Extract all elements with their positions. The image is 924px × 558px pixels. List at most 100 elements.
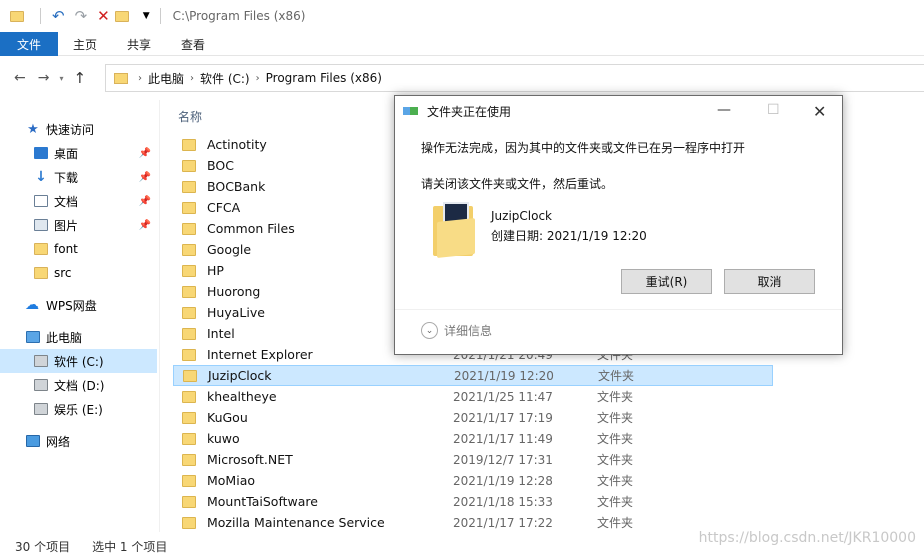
breadcrumb-drive-c[interactable]: 软件 (C:) [200,70,250,87]
sidebar-item-label: 文档 (D:) [54,378,105,393]
file-name: Mozilla Maintenance Service [207,515,385,530]
redo-icon[interactable]: ↷ [75,8,88,24]
title-bar: ↶ ↷ ✕ ▼ C:\Program Files (x86) [0,0,924,32]
tab-file[interactable]: 文件 [0,32,59,56]
sidebar-item-documents[interactable]: 文档 📌 [0,189,157,213]
back-arrow-icon[interactable]: ← [14,70,26,86]
folder-icon [183,369,197,382]
folder-icon [182,138,196,151]
details-toggle[interactable]: ⌄ 详细信息 [421,322,492,339]
divider [395,309,842,310]
delete-icon[interactable]: ✕ [97,8,110,24]
folder-icon [182,201,196,214]
undo-icon[interactable]: ↶ [52,8,65,24]
dialog-instruction: 请关闭该文件夹或文件，然后重试。 [421,177,614,191]
chevron-right-icon[interactable]: › [138,73,142,84]
selection-count: 选中 1 个项目 [92,539,168,554]
file-date: 2021/1/17 17:19 [453,410,553,425]
sidebar-item-label: 文档 [54,194,79,209]
sidebar-item-pictures[interactable]: 图片 📌 [0,213,157,237]
cancel-button[interactable]: 取消 [724,269,815,294]
document-icon [34,195,48,207]
folder-icon [433,202,475,258]
navigation-bar: ← → ▾ ↑ › 此电脑 › 软件 (C:) › Program Files … [0,60,924,96]
sidebar-item-drive-d[interactable]: 文档 (D:) [0,373,157,397]
sidebar-item-label: 下载 [54,170,79,185]
sidebar-item-src[interactable]: src [0,261,157,285]
folder-icon [182,327,196,340]
file-name: khealtheye [207,389,277,404]
sidebar-item-desktop[interactable]: 桌面 📌 [0,141,157,165]
dialog-title-bar: 文件夹正在使用 — ☐ ✕ [395,96,842,126]
tab-view[interactable]: 查看 [166,32,220,56]
recent-locations-dropdown-icon[interactable]: ▾ [59,74,63,83]
computer-icon [26,331,40,343]
file-name: KuGou [207,410,248,425]
new-folder-icon[interactable] [114,10,129,22]
sidebar-item-label: 软件 (C:) [54,354,104,369]
file-type: 文件夹 [597,432,634,446]
file-row[interactable]: Mozilla Maintenance Service 2021/1/17 17:… [173,512,773,533]
sidebar-item-downloads[interactable]: ↓ 下载 📌 [0,165,157,189]
sidebar-item-drive-c[interactable]: 软件 (C:) [0,349,157,373]
minimize-icon[interactable]: — [717,102,731,118]
file-type: 文件夹 [597,453,634,467]
download-icon: ↓ [35,169,47,185]
chevron-right-icon[interactable]: › [256,73,260,84]
sidebar-item-drive-e[interactable]: 娱乐 (E:) [0,397,157,421]
sidebar-item-this-pc[interactable]: 此电脑 [0,325,157,349]
sidebar-item-label: 网络 [46,434,71,449]
folder-icon [10,10,24,22]
sidebar-item-wps-drive[interactable]: ☁ WPS网盘 [0,293,157,317]
file-row-selected[interactable]: JuzipClock 2021/1/19 12:20 文件夹 [173,365,773,386]
pin-icon[interactable]: 📌 [139,196,151,207]
breadcrumb-this-pc[interactable]: 此电脑 [148,70,184,87]
file-name: kuwo [207,431,240,446]
sidebar-item-network[interactable]: 网络 [0,429,157,453]
pin-icon[interactable]: 📌 [139,172,151,183]
folder-icon [182,180,196,193]
dialog-title: 文件夹正在使用 [427,104,512,119]
chevron-down-icon: ⌄ [421,322,438,339]
details-label: 详细信息 [444,324,493,338]
sidebar-item-label: font [54,242,78,256]
customize-toolbar-dropdown-icon[interactable]: ▼ [143,11,150,21]
forward-arrow-icon[interactable]: → [38,70,50,86]
sidebar-item-label: 快速访问 [46,122,95,137]
tab-share[interactable]: 共享 [112,32,166,56]
close-icon[interactable]: ✕ [813,102,826,121]
file-row[interactable]: Microsoft.NET 2019/12/7 17:31 文件夹 [173,449,773,470]
folder-icon [182,285,196,298]
sidebar-item-label: 图片 [54,218,79,233]
file-row[interactable]: khealtheye 2021/1/25 11:47 文件夹 [173,386,773,407]
folder-icon [182,453,196,466]
tab-home[interactable]: 主页 [58,32,112,56]
address-bar[interactable]: › 此电脑 › 软件 (C:) › Program Files (x86) [105,64,924,92]
sidebar-item-font[interactable]: font [0,237,157,261]
column-header-name[interactable]: 名称 [178,108,202,125]
file-row[interactable]: KuGou 2021/1/17 17:19 文件夹 [173,407,773,428]
folder-icon [182,390,196,403]
dialog-file-created: 创建日期: 2021/1/19 12:20 [491,229,647,243]
file-row[interactable]: MountTaiSoftware 2021/1/18 15:33 文件夹 [173,491,773,512]
file-row[interactable]: kuwo 2021/1/17 11:49 文件夹 [173,428,773,449]
retry-button[interactable]: 重试(R) [621,269,712,294]
star-icon: ★ [27,121,39,137]
sidebar-item-quick-access[interactable]: ★ 快速访问 [0,117,157,141]
chevron-right-icon[interactable]: › [190,73,194,84]
breadcrumb-program-files[interactable]: Program Files (x86) [266,71,382,85]
folder-icon [34,243,48,255]
quick-access-toolbar: ↶ ↷ ✕ ▼ C:\Program Files (x86) [0,0,305,32]
up-arrow-icon[interactable]: ↑ [73,69,86,87]
pin-icon[interactable]: 📌 [139,148,151,159]
desktop-icon [34,147,48,159]
sidebar-item-label: 桌面 [54,146,79,161]
picture-icon [34,219,48,231]
pin-icon[interactable]: 📌 [139,220,151,231]
cloud-icon: ☁ [25,297,39,313]
folder-icon [182,411,196,424]
watermark: https://blog.csdn.net/JKR10000 [698,530,916,546]
folder-icon [182,222,196,235]
file-row[interactable]: MoMiao 2021/1/19 12:28 文件夹 [173,470,773,491]
sidebar-item-label: WPS网盘 [46,298,97,313]
